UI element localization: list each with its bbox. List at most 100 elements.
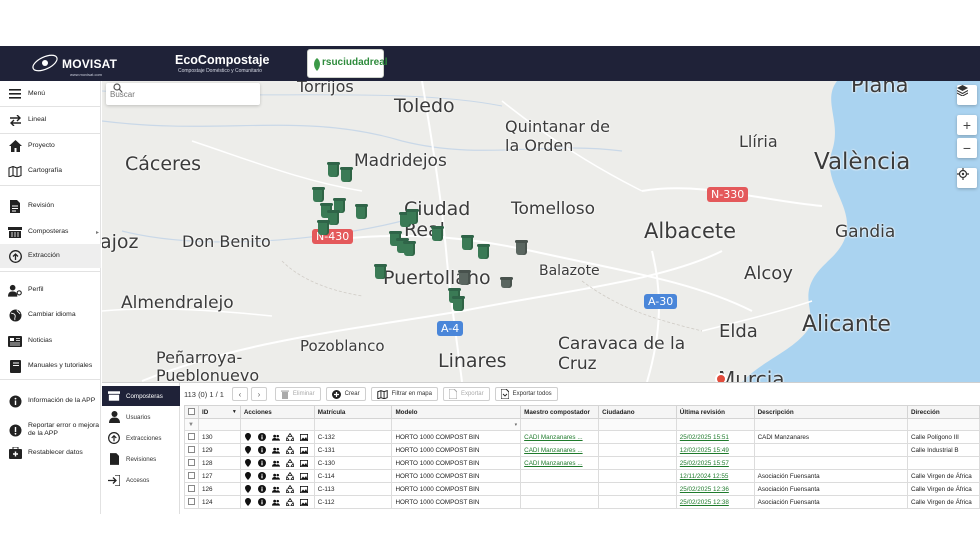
row-checkbox[interactable] — [188, 472, 195, 480]
users-icon[interactable] — [271, 459, 280, 467]
info-icon[interactable] — [257, 446, 266, 454]
table-row[interactable]: 130 C-132 HORTO 1000 COMPOST BIN CADI Manza… — [184, 430, 980, 444]
revision-link[interactable]: 25/02/2025 12:36 — [680, 486, 729, 493]
compost-bin-marker[interactable] — [500, 277, 513, 288]
filter-cell[interactable] — [198, 418, 241, 431]
cell-revision[interactable]: 25/02/2025 15:57 — [675, 456, 755, 470]
subnav-accesos[interactable]: Accesos — [102, 470, 180, 490]
table-row[interactable]: 126 C-113 HORTO 1000 COMPOST BIN 25/02/2025… — [184, 482, 980, 496]
sidebar-item-revision[interactable]: Revisión — [0, 194, 101, 218]
select-all-checkbox[interactable] — [188, 408, 195, 416]
users-icon[interactable] — [271, 433, 280, 441]
info-icon[interactable] — [257, 459, 266, 467]
cell-maestro[interactable] — [520, 495, 600, 509]
sidebar-item-info-app[interactable]: Información de la APP — [0, 389, 101, 413]
revision-link[interactable]: 25/02/2025 15:57 — [680, 460, 729, 467]
sidebar-item-proyecto[interactable]: Proyecto — [0, 134, 101, 158]
row-checkbox[interactable] — [188, 498, 195, 506]
revision-link[interactable]: 25/02/2025 12:38 — [680, 499, 729, 506]
compost-bin-marker[interactable] — [327, 210, 340, 225]
users-icon[interactable] — [271, 472, 280, 480]
recycle-icon[interactable] — [285, 433, 294, 441]
row-checkbox[interactable] — [188, 485, 195, 493]
sidebar-item-cartografia[interactable]: Cartografía — [0, 159, 101, 183]
column-header-acciones[interactable]: Acciones — [239, 405, 315, 419]
compost-bin-marker[interactable] — [327, 162, 340, 177]
filter-cell[interactable] — [675, 418, 755, 431]
revision-link[interactable]: 12/11/2024 12:55 — [680, 473, 729, 480]
location-pin-icon[interactable] — [244, 433, 252, 441]
table-row[interactable]: 127 C-114 HORTO 1000 COMPOST BIN 12/11/2024… — [184, 469, 980, 483]
row-checkbox[interactable] — [188, 459, 195, 467]
compost-bin-marker[interactable] — [374, 264, 387, 279]
info-icon[interactable] — [257, 472, 266, 480]
cell-maestro[interactable] — [520, 482, 600, 496]
layers-button[interactable] — [957, 85, 977, 105]
map-search[interactable] — [106, 83, 260, 105]
create-button[interactable]: Crear — [325, 387, 366, 401]
compost-bin-marker[interactable] — [477, 244, 490, 259]
image-icon[interactable] — [299, 472, 308, 480]
table-row[interactable]: 128 C-130 HORTO 1000 COMPOST BIN CADI Manza… — [184, 456, 980, 470]
location-pin-icon[interactable] — [244, 485, 252, 493]
select-all-cell[interactable] — [184, 405, 199, 419]
table-row[interactable]: 129 C-131 HORTO 1000 COMPOST BIN CADI Manza… — [184, 443, 980, 457]
filter-cell[interactable] — [906, 418, 980, 431]
filter-map-button[interactable]: Filtrar en mapa — [370, 387, 438, 401]
users-icon[interactable] — [271, 498, 280, 506]
filter-cell[interactable]: ▾ — [391, 418, 522, 431]
location-pin-icon[interactable] — [244, 498, 252, 506]
cell-revision[interactable]: 12/11/2024 12:55 — [675, 469, 755, 483]
filter-cell[interactable] — [753, 418, 908, 431]
maestro-link[interactable]: CADI Manzanares ... — [524, 434, 582, 441]
column-header-descripcion[interactable]: Descripción — [753, 405, 908, 419]
compost-bin-marker[interactable] — [312, 187, 325, 202]
subnav-composteras[interactable]: Composteras — [102, 386, 180, 406]
zoom-out-button[interactable]: − — [957, 138, 977, 158]
column-header-matricula[interactable]: Matrícula — [313, 405, 393, 419]
column-header-id[interactable]: ID ▼ — [198, 405, 241, 419]
sidebar-item-extraccion[interactable]: Extracción — [0, 244, 101, 268]
compost-bin-marker[interactable] — [461, 235, 474, 250]
cell-revision[interactable]: 25/02/2025 12:36 — [675, 482, 755, 496]
subnav-extracciones[interactable]: Extracciones — [102, 428, 180, 448]
compost-bin-marker[interactable] — [452, 296, 465, 311]
sidebar-item-noticias[interactable]: Noticias — [0, 329, 101, 353]
table-row[interactable]: 124 C-112 HORTO 1000 COMPOST BIN 25/02/2025… — [184, 495, 980, 509]
delete-button[interactable]: Eliminar — [274, 387, 321, 401]
recycle-icon[interactable] — [285, 485, 294, 493]
column-header-maestro[interactable]: Maestro compostador — [520, 405, 600, 419]
filter-cell[interactable] — [598, 418, 677, 431]
column-header-ciudadano[interactable]: Ciudadano — [598, 405, 677, 419]
cell-revision[interactable]: 25/02/2025 15:51 — [675, 430, 755, 444]
search-input[interactable] — [110, 89, 230, 99]
info-icon[interactable] — [257, 485, 266, 493]
map-view[interactable]: Torrijos Toledo Plana Quintanar de la Or… — [102, 81, 980, 382]
maestro-link[interactable]: CADI Manzanares ... — [524, 447, 582, 454]
revision-link[interactable]: 25/02/2025 15:51 — [680, 434, 729, 441]
sidebar-item-manuales[interactable]: Manuales y tutoriales — [0, 354, 101, 378]
recycle-icon[interactable] — [285, 498, 294, 506]
image-icon[interactable] — [299, 498, 308, 506]
row-select-cell[interactable] — [184, 430, 199, 444]
cell-revision[interactable]: 25/02/2025 12:38 — [675, 495, 755, 509]
sidebar-item-composteras[interactable]: Composteras ▸ — [0, 220, 101, 244]
filter-cell[interactable] — [313, 418, 393, 431]
cell-maestro[interactable]: CADI Manzanares ... — [520, 456, 600, 470]
info-icon[interactable] — [257, 433, 266, 441]
sidebar-item-lineal[interactable]: Lineal — [0, 108, 101, 132]
compost-bin-marker[interactable] — [431, 226, 444, 241]
cell-maestro[interactable]: CADI Manzanares ... — [520, 430, 600, 444]
next-page-button[interactable]: › — [250, 387, 267, 401]
prev-page-button[interactable]: ‹ — [231, 387, 248, 401]
export-button[interactable]: Exportar — [442, 387, 490, 401]
filter-cell[interactable] — [520, 418, 600, 431]
zoom-in-button[interactable]: + — [957, 115, 977, 135]
compost-bin-marker[interactable] — [340, 167, 353, 182]
users-icon[interactable] — [271, 446, 280, 454]
cell-revision[interactable]: 12/02/2025 15:49 — [675, 443, 755, 457]
row-select-cell[interactable] — [184, 495, 199, 509]
subnav-revisiones[interactable]: Revisiones — [102, 449, 180, 469]
sidebar-item-perfil[interactable]: Perfil — [0, 278, 101, 302]
row-select-cell[interactable] — [184, 456, 199, 470]
